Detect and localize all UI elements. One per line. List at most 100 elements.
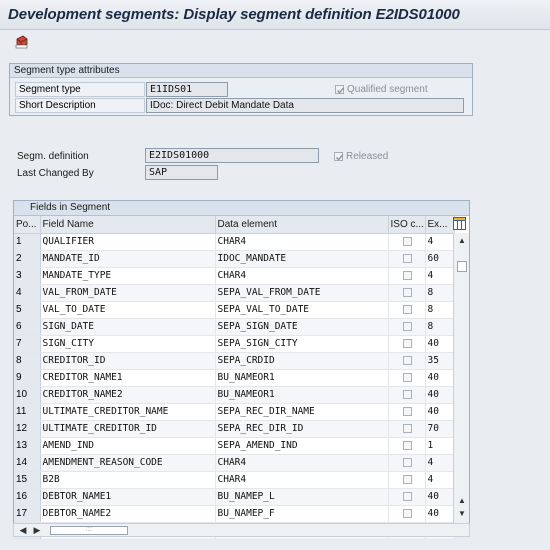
- row-field-name-cell[interactable]: MANDATE_ID: [40, 250, 216, 268]
- row-export-length-cell[interactable]: 40: [425, 505, 455, 523]
- row-data-element-cell[interactable]: SEPA_REC_DIR_NAME: [215, 403, 389, 421]
- row-position-cell[interactable]: 16: [14, 488, 41, 506]
- table-row[interactable]: 12 ULTIMATE_CREDITOR_ID SEPA_REC_DIR_ID 70: [14, 420, 455, 438]
- table-row[interactable]: 15 B2B CHAR4 4: [14, 471, 455, 489]
- released-checkbox[interactable]: Released: [334, 151, 388, 162]
- iso-code-checkbox[interactable]: [403, 304, 412, 314]
- row-field-name-cell[interactable]: VAL_FROM_DATE: [40, 284, 216, 302]
- row-iso-code-cell[interactable]: [388, 505, 426, 523]
- row-export-length-cell[interactable]: 1: [425, 437, 455, 455]
- row-export-length-cell[interactable]: 4: [425, 471, 455, 489]
- table-row[interactable]: 1 QUALIFIER CHAR4 4: [14, 233, 455, 251]
- row-export-length-cell[interactable]: 40: [425, 386, 455, 404]
- row-position-cell[interactable]: 7: [14, 335, 41, 353]
- row-export-length-cell[interactable]: 60: [425, 250, 455, 268]
- row-data-element-cell[interactable]: CHAR4: [215, 471, 389, 489]
- row-export-length-cell[interactable]: 70: [425, 420, 455, 438]
- iso-code-checkbox[interactable]: [403, 406, 412, 416]
- iso-code-checkbox[interactable]: [403, 236, 412, 246]
- row-data-element-cell[interactable]: SEPA_REC_DIR_ID: [215, 420, 389, 438]
- row-export-length-cell[interactable]: 4: [425, 454, 455, 472]
- iso-code-checkbox[interactable]: [403, 457, 412, 467]
- row-export-length-cell[interactable]: 8: [425, 318, 455, 336]
- row-position-cell[interactable]: 9: [14, 369, 41, 387]
- row-data-element-cell[interactable]: IDOC_MANDATE: [215, 250, 389, 268]
- row-data-element-cell[interactable]: SEPA_AMEND_IND: [215, 437, 389, 455]
- table-row[interactable]: 10 CREDITOR_NAME2 BU_NAMEOR1 40: [14, 386, 455, 404]
- row-field-name-cell[interactable]: ULTIMATE_CREDITOR_NAME: [40, 403, 216, 421]
- row-field-name-cell[interactable]: QUALIFIER: [40, 233, 216, 251]
- row-position-cell[interactable]: 2: [14, 250, 41, 268]
- scroll-right-icon[interactable]: ▶: [32, 525, 42, 536]
- row-iso-code-cell[interactable]: [388, 352, 426, 370]
- table-row[interactable]: 17 DEBTOR_NAME2 BU_NAMEP_F 40: [14, 505, 455, 523]
- row-field-name-cell[interactable]: CREDITOR_ID: [40, 352, 216, 370]
- row-data-element-cell[interactable]: BU_NAMEP_F: [215, 505, 389, 523]
- row-position-cell[interactable]: 15: [14, 471, 41, 489]
- segm-definition-field[interactable]: E2IDS01000: [145, 148, 319, 163]
- row-field-name-cell[interactable]: AMEND_IND: [40, 437, 216, 455]
- table-row[interactable]: 13 AMEND_IND SEPA_AMEND_IND 1: [14, 437, 455, 455]
- table-row[interactable]: 8 CREDITOR_ID SEPA_CRDID 35: [14, 352, 455, 370]
- row-data-element-cell[interactable]: BU_NAMEP_L: [215, 488, 389, 506]
- row-data-element-cell[interactable]: SEPA_CRDID: [215, 352, 389, 370]
- row-field-name-cell[interactable]: DEBTOR_NAME2: [40, 505, 216, 523]
- row-iso-code-cell[interactable]: [388, 250, 426, 268]
- column-header-data-element[interactable]: Data element: [215, 216, 389, 234]
- iso-code-checkbox[interactable]: [403, 389, 412, 399]
- horizontal-scroll-thumb[interactable]: ::::: [50, 526, 128, 535]
- row-position-cell[interactable]: 11: [14, 403, 41, 421]
- row-export-length-cell[interactable]: 4: [425, 267, 455, 285]
- row-data-element-cell[interactable]: BU_NAMEOR1: [215, 386, 389, 404]
- iso-code-checkbox[interactable]: [403, 355, 412, 365]
- row-field-name-cell[interactable]: VAL_TO_DATE: [40, 301, 216, 319]
- row-export-length-cell[interactable]: 40: [425, 335, 455, 353]
- column-header-export-length[interactable]: Ex...: [425, 216, 455, 234]
- row-data-element-cell[interactable]: SEPA_SIGN_DATE: [215, 318, 389, 336]
- scroll-left-icon[interactable]: ◀: [18, 525, 28, 536]
- row-iso-code-cell[interactable]: [388, 284, 426, 302]
- row-field-name-cell[interactable]: SIGN_DATE: [40, 318, 216, 336]
- iso-code-checkbox[interactable]: [403, 508, 412, 518]
- row-position-cell[interactable]: 1: [14, 233, 41, 251]
- vertical-scrollbar[interactable]: ▲ ▲ ▼: [453, 233, 469, 523]
- iso-code-checkbox[interactable]: [403, 372, 412, 382]
- row-iso-code-cell[interactable]: [388, 267, 426, 285]
- iso-code-checkbox[interactable]: [403, 423, 412, 433]
- row-position-cell[interactable]: 13: [14, 437, 41, 455]
- vertical-scroll-thumb[interactable]: [457, 261, 467, 272]
- table-row[interactable]: 5 VAL_TO_DATE SEPA_VAL_TO_DATE 8: [14, 301, 455, 319]
- display-object-icon[interactable]: [14, 34, 30, 50]
- iso-code-checkbox[interactable]: [403, 253, 412, 263]
- scroll-up-icon[interactable]: ▲: [457, 236, 467, 246]
- row-data-element-cell[interactable]: CHAR4: [215, 454, 389, 472]
- page-up-icon[interactable]: ▲: [457, 496, 467, 506]
- column-header-iso-code[interactable]: ISO c...: [388, 216, 426, 234]
- row-field-name-cell[interactable]: SIGN_CITY: [40, 335, 216, 353]
- row-export-length-cell[interactable]: 40: [425, 403, 455, 421]
- row-export-length-cell[interactable]: 40: [425, 369, 455, 387]
- short-description-field[interactable]: IDoc: Direct Debit Mandate Data: [146, 98, 464, 113]
- column-header-field-name[interactable]: Field Name: [40, 216, 216, 234]
- row-field-name-cell[interactable]: CREDITOR_NAME2: [40, 386, 216, 404]
- table-row[interactable]: 9 CREDITOR_NAME1 BU_NAMEOR1 40: [14, 369, 455, 387]
- iso-code-checkbox[interactable]: [403, 440, 412, 450]
- table-row[interactable]: 4 VAL_FROM_DATE SEPA_VAL_FROM_DATE 8: [14, 284, 455, 302]
- iso-code-checkbox[interactable]: [403, 474, 412, 484]
- row-export-length-cell[interactable]: 4: [425, 233, 455, 251]
- row-export-length-cell[interactable]: 8: [425, 301, 455, 319]
- row-iso-code-cell[interactable]: [388, 386, 426, 404]
- row-field-name-cell[interactable]: MANDATE_TYPE: [40, 267, 216, 285]
- row-data-element-cell[interactable]: BU_NAMEOR1: [215, 369, 389, 387]
- row-field-name-cell[interactable]: AMENDMENT_REASON_CODE: [40, 454, 216, 472]
- row-iso-code-cell[interactable]: [388, 437, 426, 455]
- table-row[interactable]: 16 DEBTOR_NAME1 BU_NAMEP_L 40: [14, 488, 455, 506]
- row-position-cell[interactable]: 12: [14, 420, 41, 438]
- row-position-cell[interactable]: 14: [14, 454, 41, 472]
- table-row[interactable]: 3 MANDATE_TYPE CHAR4 4: [14, 267, 455, 285]
- iso-code-checkbox[interactable]: [403, 321, 412, 331]
- row-data-element-cell[interactable]: SEPA_VAL_FROM_DATE: [215, 284, 389, 302]
- row-data-element-cell[interactable]: CHAR4: [215, 267, 389, 285]
- row-iso-code-cell[interactable]: [388, 471, 426, 489]
- table-row[interactable]: 6 SIGN_DATE SEPA_SIGN_DATE 8: [14, 318, 455, 336]
